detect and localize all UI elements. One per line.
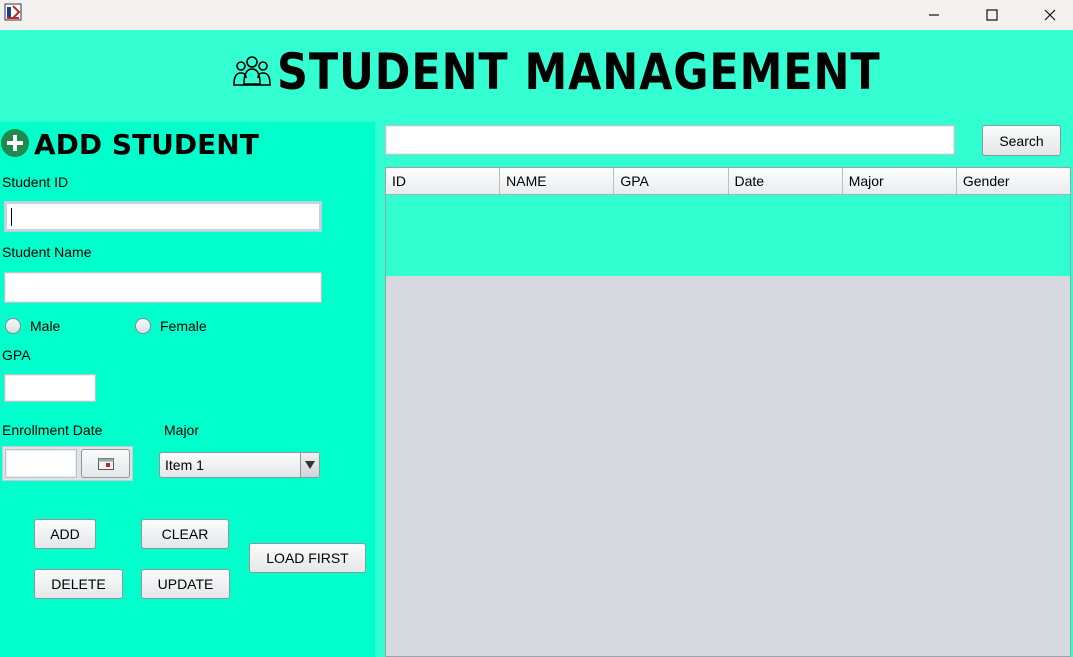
section-title: ADD STUDENT bbox=[34, 128, 259, 161]
column-header-gpa[interactable]: GPA bbox=[614, 168, 729, 194]
male-radio[interactable] bbox=[5, 318, 21, 334]
students-icon bbox=[233, 56, 271, 86]
column-header-date[interactable]: Date bbox=[729, 168, 843, 194]
minimize-button[interactable] bbox=[911, 0, 957, 30]
search-button[interactable]: Search bbox=[982, 125, 1061, 156]
clear-button[interactable]: CLEAR bbox=[141, 519, 229, 549]
female-label: Female bbox=[160, 318, 207, 334]
student-id-field[interactable] bbox=[4, 201, 322, 232]
search-input[interactable] bbox=[385, 125, 955, 155]
gpa-label: GPA bbox=[2, 347, 31, 363]
app-icon bbox=[4, 3, 22, 21]
close-button[interactable] bbox=[1027, 0, 1073, 30]
delete-button[interactable]: DELETE bbox=[34, 569, 123, 599]
table-header: ID NAME GPA Date Major Gender bbox=[386, 168, 1070, 195]
close-icon bbox=[1044, 9, 1056, 21]
page-title: STUDENT MANAGEMENT bbox=[277, 43, 881, 101]
add-button[interactable]: ADD bbox=[34, 519, 96, 549]
minimize-icon bbox=[929, 14, 939, 16]
female-radio[interactable] bbox=[135, 318, 151, 334]
major-label: Major bbox=[164, 422, 200, 438]
update-button[interactable]: UPDATE bbox=[141, 569, 230, 599]
enrollment-date-label: Enrollment Date bbox=[2, 422, 103, 438]
major-select[interactable]: Item 1 bbox=[159, 452, 320, 478]
chevron-down-icon bbox=[300, 453, 319, 477]
male-label: Male bbox=[30, 318, 61, 334]
maximize-icon bbox=[986, 9, 998, 21]
student-name-label: Student Name bbox=[2, 244, 92, 260]
gpa-field[interactable] bbox=[4, 374, 96, 402]
column-header-gender[interactable]: Gender bbox=[957, 168, 1070, 194]
calendar-icon bbox=[97, 457, 114, 470]
maximize-button[interactable] bbox=[969, 0, 1015, 30]
load-first-button[interactable]: LOAD FIRST bbox=[249, 543, 366, 573]
column-header-name[interactable]: NAME bbox=[500, 168, 615, 194]
column-header-major[interactable]: Major bbox=[843, 168, 957, 194]
add-circle-icon bbox=[1, 129, 29, 157]
major-selected-value: Item 1 bbox=[165, 457, 204, 473]
text-caret bbox=[11, 208, 12, 226]
student-name-field[interactable] bbox=[4, 272, 322, 303]
table-body[interactable] bbox=[386, 195, 1070, 276]
column-header-id[interactable]: ID bbox=[386, 168, 501, 194]
enrollment-date-field[interactable] bbox=[5, 449, 77, 478]
student-id-label: Student ID bbox=[2, 174, 69, 190]
calendar-button[interactable] bbox=[81, 449, 130, 478]
